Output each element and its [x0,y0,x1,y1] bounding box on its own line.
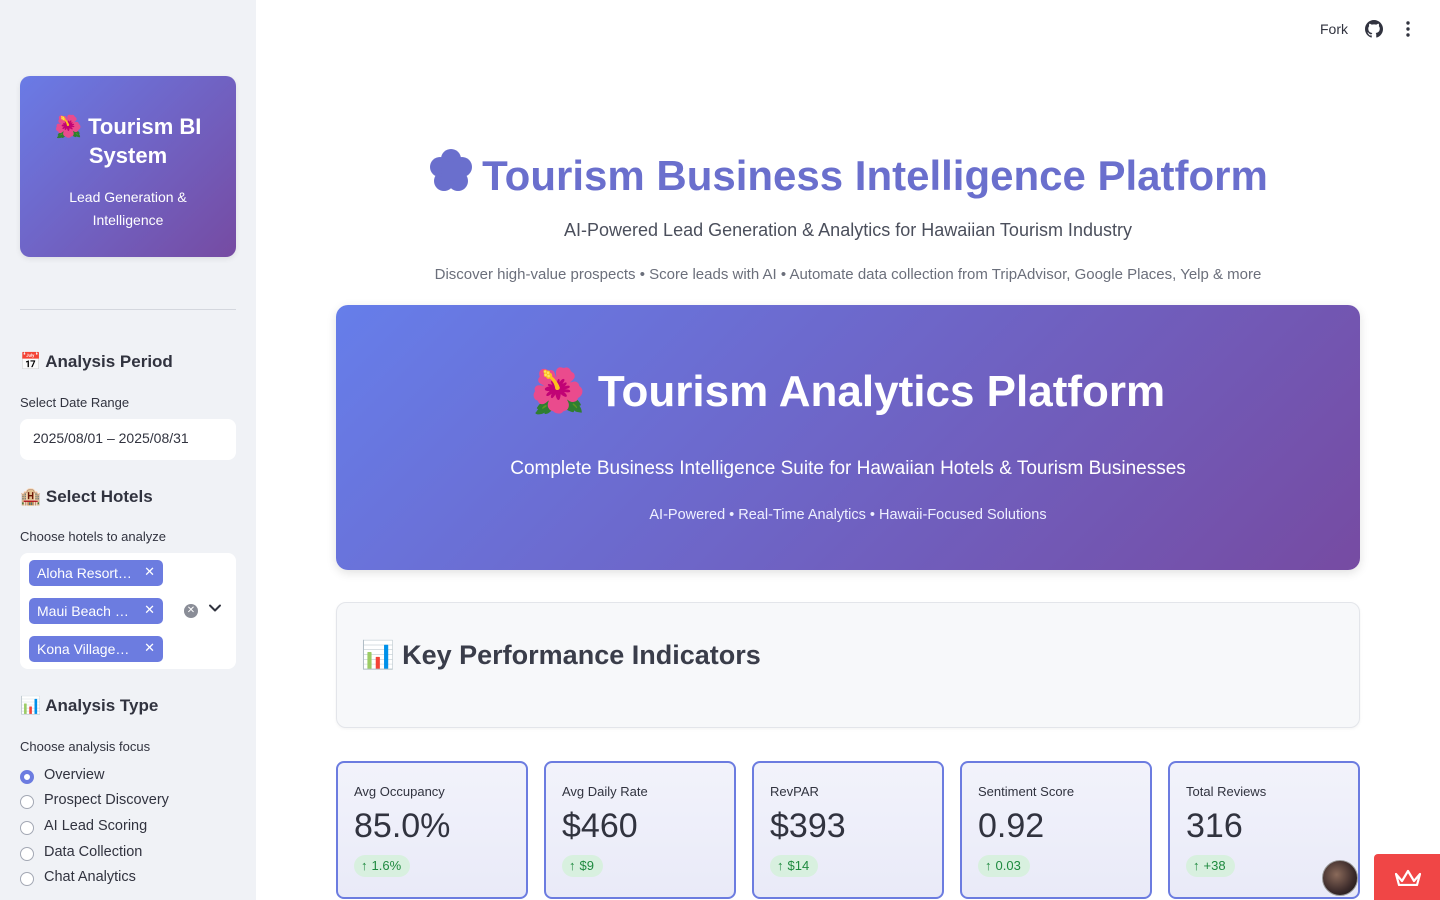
brand-subtitle: Lead Generation & Intelligence [69,189,187,228]
radio-label: Chat Analytics [44,869,136,885]
github-icon[interactable] [1365,20,1383,38]
remove-tag-icon[interactable]: ✕ [144,564,155,580]
kpi-label: Sentiment Score [978,784,1075,799]
hotels-multiselect[interactable]: Aloha Resort… ✕ Maui Beach … ✕ Kona Vill… [20,553,236,669]
arrow-up-icon: ↑ [569,858,576,873]
arrow-up-icon: ↑ [1193,858,1200,873]
kpi-card-revpar: RevPAR $393 ↑ $14 [752,761,944,899]
kpi-value: $393 [770,807,846,845]
hotels-label: Choose hotels to analyze [20,529,166,544]
hotel-tag-label: Kona Village… [37,641,130,657]
kpi-value: $460 [562,807,638,845]
kpi-card-sentiment-score: Sentiment Score 0.92 ↑ 0.03 [960,761,1152,899]
brand-card: 🌺 Tourism BI System Lead Generation & In… [20,76,236,257]
hotel-tag-label: Maui Beach … [37,603,129,619]
radio-label: Prospect Discovery [44,792,169,808]
more-vertical-icon[interactable] [1400,20,1416,38]
hotel-tag[interactable]: Aloha Resort… ✕ [29,560,163,586]
kpi-delta-value: 0.03 [995,858,1021,873]
page-subtitle: AI-Powered Lead Generation & Analytics f… [564,220,1132,240]
analysis-period-heading: 📅 Analysis Period [20,352,173,371]
kpi-delta-value: $14 [787,858,810,873]
kpi-label: Total Reviews [1186,784,1267,799]
hero-tagline: AI-Powered • Real-Time Analytics • Hawai… [649,507,1047,523]
radio-label: AI Lead Scoring [44,818,148,834]
kpi-delta-value: +38 [1203,858,1226,873]
crown-icon [1395,869,1421,886]
fork-button[interactable]: Fork [1320,21,1348,37]
kpi-delta-value: 1.6% [371,858,402,873]
remove-tag-icon[interactable]: ✕ [144,602,155,618]
kpi-card-avg-daily-rate: Avg Daily Rate $460 ↑ $9 [544,761,736,899]
kpi-delta: ↑ $9 [562,855,603,877]
sidebar-divider [20,309,236,310]
remove-tag-icon[interactable]: ✕ [144,640,155,656]
analysis-type-heading: 📊 Analysis Type [20,696,159,715]
hero-title: 🌺 Tourism Analytics Platform [530,367,1166,416]
radio-label: Overview [44,767,105,783]
kpi-card-avg-occupancy: Avg Occupancy 85.0% ↑ 1.6% [336,761,528,899]
arrow-up-icon: ↑ [777,858,784,873]
kpi-heading: 📊 Key Performance Indicators [361,640,761,670]
arrow-up-icon: ↑ [361,858,368,873]
clear-all-icon[interactable]: ✕ [184,604,198,618]
radio-icon [20,847,34,861]
sidebar: 🌺 Tourism BI System Lead Generation & In… [0,0,256,900]
date-range-input[interactable]: 2025/08/01 – 2025/08/31 [20,419,236,460]
kpi-value: 0.92 [978,807,1045,845]
page-title: Tourism Business Intelligence Platform [336,148,1360,200]
radio-icon [20,795,34,809]
kpi-value: 316 [1186,807,1243,845]
kpi-label: RevPAR [770,784,819,799]
date-range-label: Select Date Range [20,395,130,410]
hotel-tag[interactable]: Maui Beach … ✕ [29,598,163,624]
hero-subtitle: Complete Business Intelligence Suite for… [510,458,1186,479]
arrow-up-icon: ↑ [985,858,992,873]
kpi-delta: ↑ +38 [1186,855,1235,877]
radio-selected-icon [20,770,34,784]
kpi-label: Avg Occupancy [354,784,445,799]
chevron-down-icon[interactable] [208,601,222,615]
radio-label: Data Collection [44,844,143,860]
brand-title: 🌺 Tourism BI System [54,114,202,168]
kpi-value: 85.0% [354,807,451,845]
kpi-delta: ↑ 1.6% [354,855,411,877]
kpi-delta: ↑ $14 [770,855,819,877]
select-hotels-heading: 🏨 Select Hotels [20,487,153,506]
flower-icon [430,149,473,191]
kpi-delta: ↑ 0.03 [978,855,1030,877]
hotel-tag[interactable]: Kona Village… ✕ [29,636,163,662]
kpi-delta-value: $9 [579,858,594,873]
user-avatar[interactable] [1322,860,1358,896]
page-title-text: Tourism Business Intelligence Platform [482,152,1268,199]
kpi-label: Avg Daily Rate [562,784,648,799]
radio-icon [20,872,34,886]
hotel-tag-label: Aloha Resort… [37,565,132,581]
kpi-panel: 📊 Key Performance Indicators [336,602,1360,728]
hero-banner: 🌺 Tourism Analytics Platform Complete Bu… [336,305,1360,570]
streamlit-badge[interactable] [1374,854,1440,900]
analysis-type-label: Choose analysis focus [20,739,151,754]
page-tagline: Discover high-value prospects • Score le… [434,266,1262,283]
radio-icon [20,821,34,835]
